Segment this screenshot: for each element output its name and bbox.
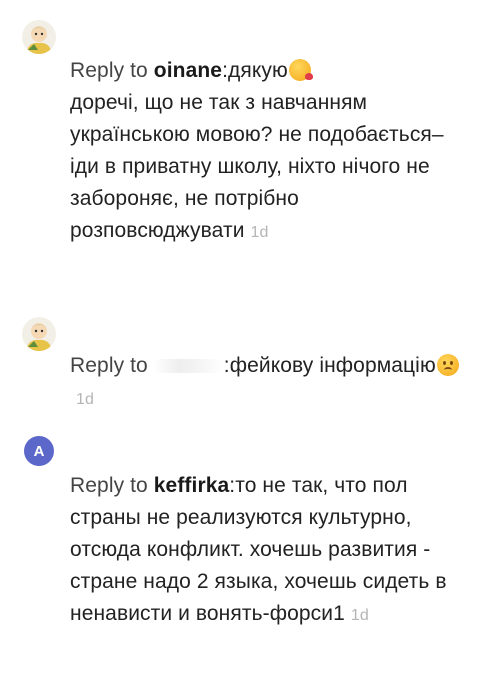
comment-text-continued: доречі, що не так з навчанням українсько…	[70, 91, 444, 242]
comment-timestamp: 1d	[250, 224, 269, 241]
user-avatar-cartoon-icon	[22, 317, 56, 351]
comment-timestamp: 1d	[76, 391, 94, 408]
reply-to-label: Reply to	[70, 59, 154, 82]
sad-face-emoji-icon	[436, 354, 459, 376]
kissing-heart-emoji-icon	[288, 59, 313, 81]
reply-to-label: Reply to	[70, 354, 154, 377]
reply-username[interactable]: oinane	[154, 59, 222, 82]
comment-body: Reply to :фейкову інформацію 1d	[70, 350, 475, 416]
avatar[interactable]: A	[24, 436, 54, 466]
comment-text: :фейкову інформацію	[223, 354, 436, 377]
avatar-letter: A	[33, 442, 45, 460]
comment-body: Reply to oinane:дякую доречі, що не так …	[70, 55, 475, 249]
avatar[interactable]	[22, 20, 56, 54]
reply-to-label: Reply to	[70, 474, 154, 497]
user-avatar-cartoon-icon	[22, 20, 56, 54]
reply-username[interactable]: keffirka	[154, 474, 230, 497]
comment-timestamp: 1d	[350, 607, 369, 624]
comment-text: :дякую	[222, 59, 288, 82]
comment-body: Reply to keffirka:то не так, что пол стр…	[70, 470, 475, 632]
avatar[interactable]	[22, 317, 56, 351]
redacted-username	[153, 359, 224, 374]
